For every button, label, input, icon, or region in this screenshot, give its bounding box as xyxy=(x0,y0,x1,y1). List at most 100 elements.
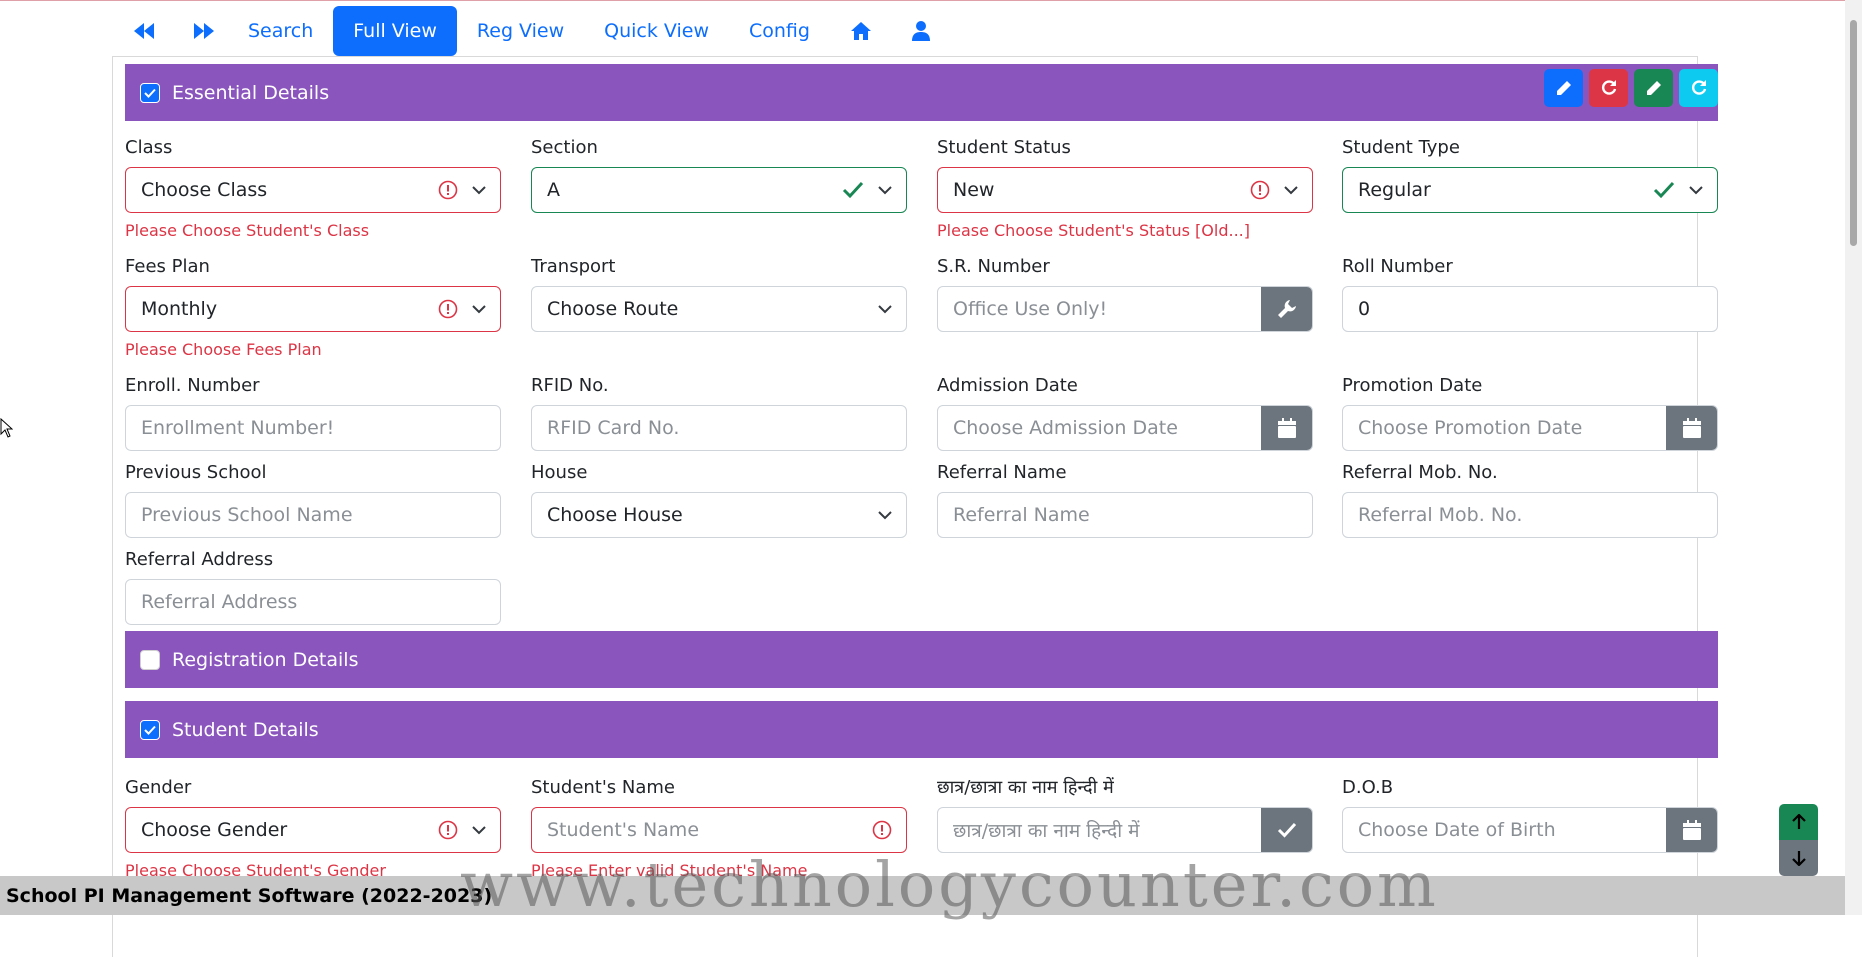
promotion-date-group: Choose Promotion Date xyxy=(1342,405,1718,451)
chevron-down-icon xyxy=(878,305,892,314)
hindi-name-confirm-button[interactable] xyxy=(1261,808,1312,852)
student-type-value: Regular xyxy=(1358,179,1431,201)
hindi-name-input[interactable]: छात्र/छात्रा का नाम हिन्दी में xyxy=(938,817,1261,843)
error-icon xyxy=(872,820,892,840)
student-status-value: New xyxy=(953,179,995,201)
watermark: www.technologycounter.com xyxy=(460,848,1439,921)
gender-field: Gender Choose Gender Please Choose Stude… xyxy=(125,776,501,880)
referral-address-input[interactable]: Referral Address xyxy=(125,579,501,625)
admission-date-picker-button[interactable] xyxy=(1261,406,1312,450)
referral-mob-input[interactable]: Referral Mob. No. xyxy=(1342,492,1718,538)
check-icon xyxy=(144,88,156,98)
class-select[interactable]: Choose Class xyxy=(125,167,501,213)
student-status-error: Please Choose Student's Status [Old...] xyxy=(937,221,1250,240)
student-type-select[interactable]: Regular xyxy=(1342,167,1718,213)
enroll-number-placeholder: Enrollment Number! xyxy=(141,417,335,439)
nav-reg-view[interactable]: Reg View xyxy=(457,6,584,56)
student-type-label: Student Type xyxy=(1342,137,1460,158)
promotion-date-picker-button[interactable] xyxy=(1666,406,1717,450)
nav-search[interactable]: Search xyxy=(228,6,333,56)
dob-input[interactable]: Choose Date of Birth xyxy=(1343,819,1666,841)
gender-select[interactable]: Choose Gender xyxy=(125,807,501,853)
hindi-name-label: छात्र/छात्रा का नाम हिन्दी में xyxy=(937,777,1114,798)
transport-field: Transport Choose Route xyxy=(531,255,907,332)
redo-button[interactable] xyxy=(1589,69,1628,107)
edit-alt-button[interactable] xyxy=(1634,69,1673,107)
chevron-down-icon xyxy=(472,186,486,195)
enroll-number-input[interactable]: Enrollment Number! xyxy=(125,405,501,451)
dob-field: D.O.B Choose Date of Birth xyxy=(1342,776,1718,853)
transport-select[interactable]: Choose Route xyxy=(531,286,907,332)
class-value: Choose Class xyxy=(141,179,268,201)
chevron-down-icon xyxy=(472,305,486,314)
section-label: Section xyxy=(531,137,598,158)
admission-date-input[interactable]: Choose Admission Date xyxy=(938,417,1261,439)
previous-school-input[interactable]: Previous School Name xyxy=(125,492,501,538)
student-type-field: Student Type Regular xyxy=(1342,136,1718,213)
fees-plan-value: Monthly xyxy=(141,298,218,320)
admission-date-field: Admission Date Choose Admission Date xyxy=(937,374,1313,451)
scroll-down-button[interactable] xyxy=(1779,840,1818,876)
nav-home[interactable] xyxy=(830,6,892,56)
edit-button[interactable] xyxy=(1544,69,1583,107)
nav-config[interactable]: Config xyxy=(729,6,830,56)
dob-group: Choose Date of Birth xyxy=(1342,807,1718,853)
fees-plan-select[interactable]: Monthly xyxy=(125,286,501,332)
class-field: Class Choose Class Please Choose Student… xyxy=(125,136,501,240)
page-scrollbar[interactable] xyxy=(1845,0,1862,915)
roll-number-input[interactable]: 0 xyxy=(1342,286,1718,332)
student-name-input[interactable]: Student's Name xyxy=(531,807,907,853)
transport-label: Transport xyxy=(531,256,616,277)
rfid-label: RFID No. xyxy=(531,375,609,396)
top-border xyxy=(0,0,1862,1)
scrollbar-thumb[interactable] xyxy=(1850,20,1857,246)
promotion-date-input[interactable]: Choose Promotion Date xyxy=(1343,417,1666,439)
error-icon xyxy=(438,820,458,840)
house-field: House Choose House xyxy=(531,461,907,538)
fees-plan-error: Please Choose Fees Plan xyxy=(125,340,322,359)
chevron-down-icon xyxy=(878,511,892,520)
house-label: House xyxy=(531,462,588,483)
roll-number-value: 0 xyxy=(1358,298,1371,320)
hindi-name-field: छात्र/छात्रा का नाम हिन्दी में छात्र/छात… xyxy=(937,776,1313,853)
referral-name-input[interactable]: Referral Name xyxy=(937,492,1313,538)
rfid-field: RFID No. RFID Card No. xyxy=(531,374,907,451)
nav-quick-view[interactable]: Quick View xyxy=(584,6,729,56)
class-error: Please Choose Student's Class xyxy=(125,221,370,240)
roll-number-field: Roll Number 0 xyxy=(1342,255,1718,332)
scroll-up-button[interactable] xyxy=(1779,804,1818,840)
gender-label: Gender xyxy=(125,777,192,798)
chevron-down-icon xyxy=(472,826,486,835)
student-details-checkbox[interactable] xyxy=(140,719,160,740)
house-select[interactable]: Choose House xyxy=(531,492,907,538)
next-record-button[interactable] xyxy=(168,6,228,56)
referral-mob-placeholder: Referral Mob. No. xyxy=(1358,504,1523,526)
referral-name-placeholder: Referral Name xyxy=(953,504,1090,526)
student-name-placeholder: Student's Name xyxy=(547,819,700,841)
registration-details-checkbox[interactable] xyxy=(140,649,160,670)
section-select[interactable]: A xyxy=(531,167,907,213)
dob-picker-button[interactable] xyxy=(1666,808,1717,852)
nav-user[interactable] xyxy=(892,6,950,56)
referral-address-label: Referral Address xyxy=(125,549,274,570)
transport-value: Choose Route xyxy=(547,298,679,320)
essential-details-checkbox[interactable] xyxy=(140,82,160,103)
sr-number-label: S.R. Number xyxy=(937,256,1050,277)
sr-number-tool-button[interactable] xyxy=(1261,287,1312,331)
backward-icon xyxy=(134,23,154,39)
error-icon xyxy=(1250,180,1270,200)
nav-full-view[interactable]: Full View xyxy=(333,6,457,56)
check-icon xyxy=(144,725,156,735)
student-status-label: Student Status xyxy=(937,137,1071,158)
check-icon xyxy=(1277,822,1297,838)
toolbar xyxy=(1544,69,1718,107)
referral-name-field: Referral Name Referral Name xyxy=(937,461,1313,538)
referral-mob-label: Referral Mob. No. xyxy=(1342,462,1498,483)
error-icon xyxy=(438,180,458,200)
sr-number-input[interactable]: Office Use Only! xyxy=(938,298,1261,320)
student-status-select[interactable]: New xyxy=(937,167,1313,213)
admission-date-group: Choose Admission Date xyxy=(937,405,1313,451)
previous-record-button[interactable] xyxy=(120,6,168,56)
rfid-input[interactable]: RFID Card No. xyxy=(531,405,907,451)
refresh-button[interactable] xyxy=(1679,69,1718,107)
